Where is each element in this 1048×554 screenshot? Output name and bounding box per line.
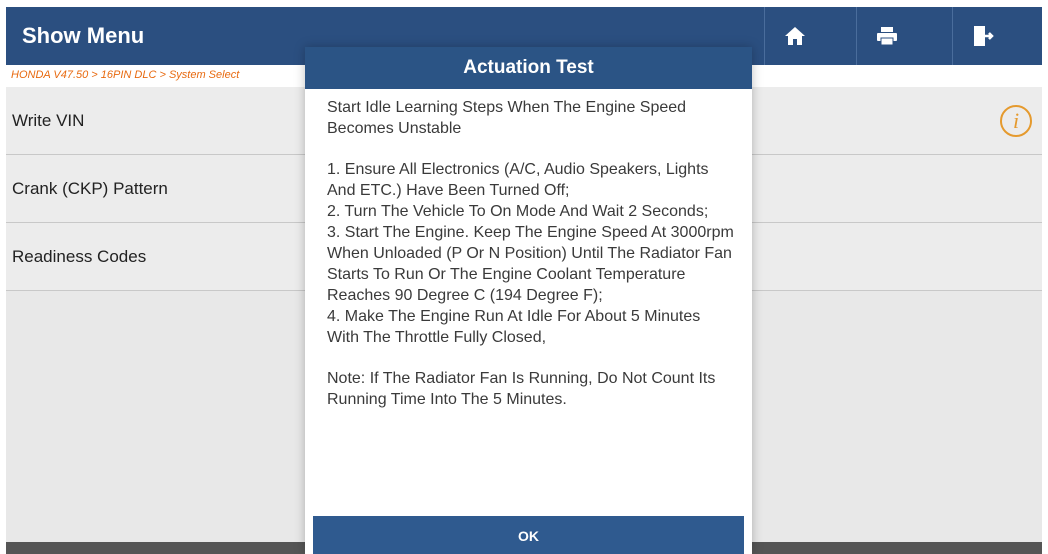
list-item-label: Write VIN (12, 111, 85, 130)
info-icon[interactable]: i (1000, 105, 1032, 137)
dialog-body: Start Idle Learning Steps When The Engin… (305, 89, 752, 410)
actuation-test-dialog: Actuation Test Start Idle Learning Steps… (305, 47, 752, 554)
list-item-label: Crank (CKP) Pattern (12, 179, 168, 198)
app-window: Show Menu HONDA V47.50 > 16PIN DLC > Sys… (6, 7, 1042, 554)
dialog-title: Actuation Test (305, 47, 752, 89)
exit-button[interactable] (952, 7, 1013, 65)
exit-icon (974, 26, 994, 46)
dialog-step-2: 2. Turn The Vehicle To On Mode And Wait … (327, 203, 709, 220)
home-button[interactable] (764, 7, 825, 65)
print-icon (877, 27, 897, 46)
dialog-step-4: 4. Make The Engine Run At Idle For About… (327, 308, 701, 346)
list-item-label: Readiness Codes (12, 247, 147, 266)
dialog-note: Note: If The Radiator Fan Is Running, Do… (327, 370, 716, 408)
home-icon (785, 27, 805, 45)
dialog-step-3: 3. Start The Engine. Keep The Engine Spe… (327, 224, 734, 304)
dialog-step-1: 1. Ensure All Electronics (A/C, Audio Sp… (327, 161, 709, 199)
ok-button[interactable]: OK (313, 516, 744, 554)
breadcrumb-text: HONDA V47.50 > 16PIN DLC > System Select (11, 69, 240, 81)
print-button[interactable] (856, 7, 917, 65)
page-title: Show Menu (22, 23, 145, 48)
dialog-intro: Start Idle Learning Steps When The Engin… (327, 99, 687, 137)
